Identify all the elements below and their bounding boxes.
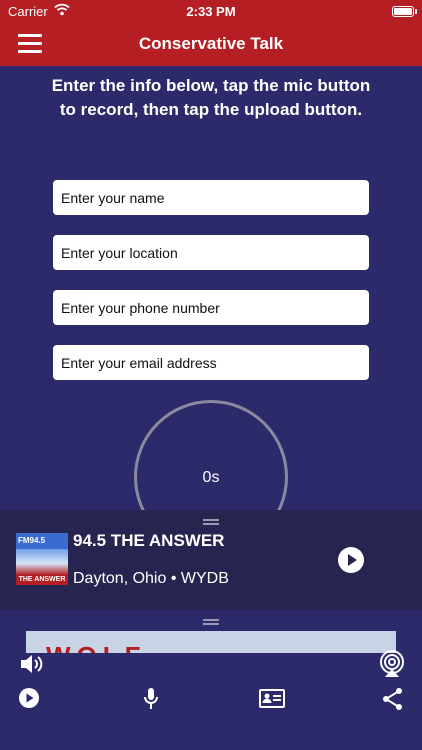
bottom-controls [0,645,422,750]
station-logo-top: FM94.5 [16,533,68,549]
nav-bar: Conservative Talk [0,22,422,66]
email-field[interactable] [53,345,369,380]
station-location: Dayton, Ohio • WYDB [73,570,229,587]
location-field[interactable] [53,235,369,270]
station-logo: FM94.5 THE ANSWER [16,533,68,585]
station-name: 94.5 THE ANSWER [73,531,225,550]
station-logo-skyline [16,549,68,575]
station-play-button[interactable] [338,547,364,573]
record-timer: 0s [202,469,220,486]
battery-tip [415,9,417,14]
instructions-text: Enter the info below, tap the mic button… [51,76,371,119]
airplay-icon[interactable] [378,650,406,678]
name-field[interactable] [53,180,369,215]
share-icon[interactable] [382,687,404,711]
play-icon[interactable] [18,687,40,709]
panel-drag-handle[interactable] [203,519,219,525]
page-title: Conservative Talk [138,34,284,53]
status-bar: Carrier 2:33 PM [0,0,422,22]
volume-icon[interactable] [19,652,45,676]
clock: 2:33 PM [186,4,236,19]
contact-card-icon[interactable] [258,688,286,710]
battery-icon [392,6,414,17]
station-logo-bottom: THE ANSWER [16,575,68,585]
phone-field[interactable] [53,290,369,325]
microphone-icon[interactable] [142,687,160,711]
banner-drag-handle[interactable] [203,619,219,625]
